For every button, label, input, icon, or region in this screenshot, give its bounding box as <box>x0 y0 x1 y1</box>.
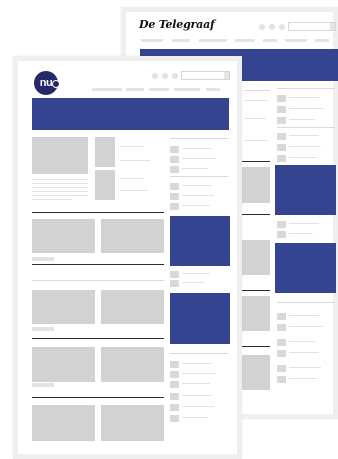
article-image <box>32 137 88 174</box>
divider <box>170 176 228 177</box>
article-image[interactable] <box>32 405 95 441</box>
header-icon[interactable] <box>269 24 275 30</box>
divider <box>277 127 335 128</box>
divider <box>170 138 228 139</box>
ad-block <box>170 293 230 344</box>
thumbnail <box>277 117 286 124</box>
article-image[interactable] <box>101 347 164 382</box>
nav-item[interactable] <box>141 39 163 42</box>
section-divider <box>240 346 270 347</box>
header-icon[interactable] <box>162 73 168 79</box>
thumbnail <box>170 415 179 422</box>
ad-block <box>275 165 336 215</box>
thumbnail <box>277 365 286 372</box>
thumbnail <box>277 221 286 228</box>
thumbnail <box>170 193 179 200</box>
divider <box>244 90 270 91</box>
divider <box>32 280 164 281</box>
nav-item[interactable] <box>172 39 190 42</box>
article-image <box>95 137 115 167</box>
ad-block <box>170 216 230 266</box>
search-input[interactable] <box>288 22 336 31</box>
nu-logo: nu <box>34 71 60 95</box>
thumbnail <box>170 404 179 411</box>
header-icon[interactable] <box>152 73 158 79</box>
header-icon[interactable] <box>259 24 265 30</box>
thumbnail <box>170 371 179 378</box>
header-icon[interactable] <box>172 73 178 79</box>
nav-item[interactable] <box>174 88 200 91</box>
thumbnail <box>277 106 286 113</box>
thumbnail <box>277 313 286 320</box>
nav-item[interactable] <box>206 88 220 91</box>
header-icon[interactable] <box>279 24 285 30</box>
search-button[interactable] <box>330 23 335 30</box>
nav-item[interactable] <box>315 39 329 42</box>
nav-item[interactable] <box>235 39 255 42</box>
article-image[interactable] <box>101 290 164 324</box>
thumbnail <box>277 324 286 331</box>
article-image[interactable] <box>32 347 95 382</box>
logo-dot-icon <box>52 80 60 88</box>
section-divider <box>32 264 164 265</box>
thumbnail <box>170 156 179 163</box>
nav-item[interactable] <box>149 88 169 91</box>
section-divider <box>240 214 270 215</box>
thumbnail <box>170 203 179 210</box>
thumbnail <box>170 361 179 368</box>
thumbnail <box>170 393 179 400</box>
nav-item[interactable] <box>199 39 227 42</box>
nav-item[interactable] <box>92 88 122 91</box>
ad-block <box>275 243 336 293</box>
article-image <box>240 167 270 203</box>
thumbnail <box>277 376 286 383</box>
divider <box>277 302 335 303</box>
thumbnail <box>170 280 179 287</box>
nav-item[interactable] <box>126 88 144 91</box>
article-image <box>240 240 270 275</box>
article-image <box>240 296 270 331</box>
thumbnail <box>277 133 286 140</box>
nu-logo-text: nu <box>39 77 53 89</box>
header-banner <box>32 98 229 130</box>
article-image <box>240 355 270 390</box>
article-image[interactable] <box>101 405 164 441</box>
search-button[interactable] <box>224 72 229 79</box>
thumbnail <box>277 95 286 102</box>
thumbnail <box>277 144 286 151</box>
telegraaf-logo: De Telegraaf <box>139 18 215 31</box>
search-input[interactable] <box>181 71 230 80</box>
article-caption[interactable] <box>32 383 54 387</box>
thumbnail <box>170 166 179 173</box>
thumbnail <box>277 231 286 238</box>
thumbnail <box>277 350 286 357</box>
thumbnail <box>170 271 179 278</box>
article-image[interactable] <box>101 219 164 253</box>
article-image <box>95 170 115 200</box>
article-caption[interactable] <box>32 327 54 331</box>
article-caption[interactable] <box>32 257 54 261</box>
divider <box>277 88 335 89</box>
section-divider <box>240 290 270 291</box>
section-divider <box>32 397 164 398</box>
thumbnail <box>170 183 179 190</box>
thumbnail <box>170 381 179 388</box>
divider <box>170 353 228 354</box>
nav-item[interactable] <box>285 39 307 42</box>
section-divider <box>32 212 164 213</box>
thumbnail <box>277 155 286 162</box>
article-image[interactable] <box>32 290 95 324</box>
thumbnail <box>277 339 286 346</box>
section-divider <box>32 338 164 339</box>
article-image[interactable] <box>32 219 95 253</box>
section-divider <box>240 161 270 162</box>
nav-item[interactable] <box>263 39 277 42</box>
thumbnail <box>170 146 179 153</box>
